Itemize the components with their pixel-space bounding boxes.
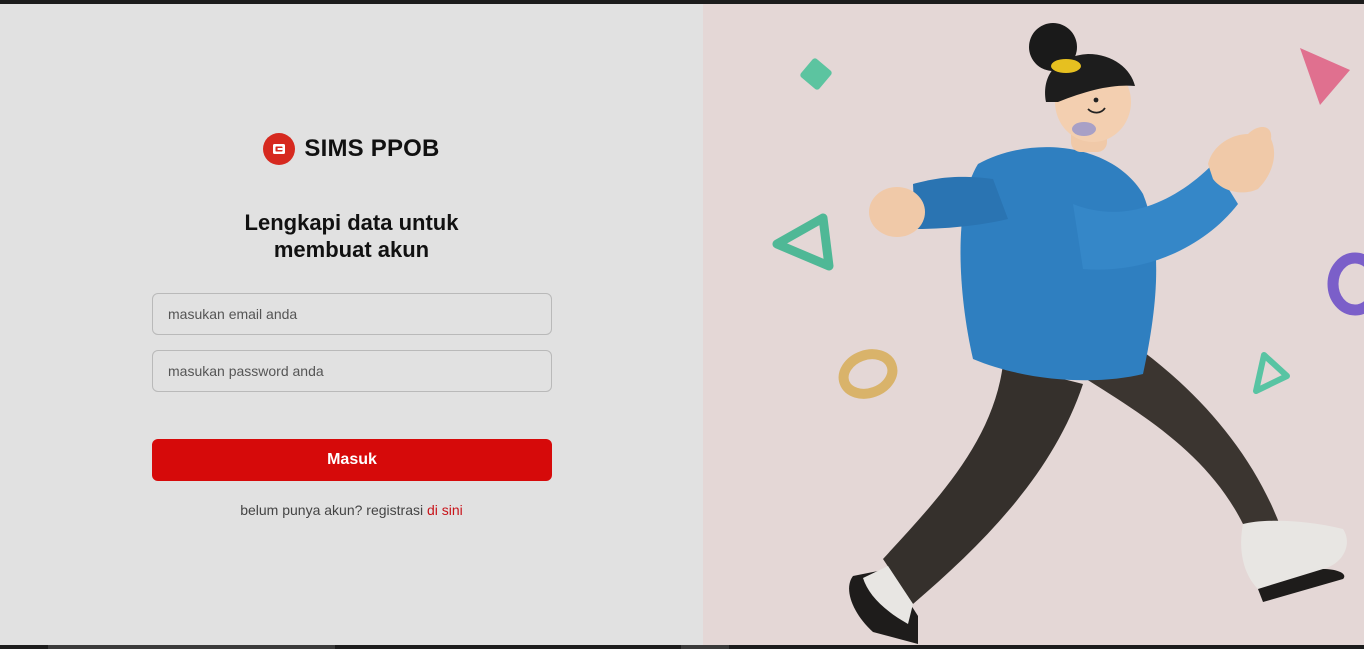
taskbar-strip <box>0 645 1364 649</box>
purple-ring-shape <box>1327 252 1364 316</box>
illustration-panel <box>703 4 1364 645</box>
login-panel: SIMS PPOB Lengkapi data untuk membuat ak… <box>0 4 703 645</box>
page-title-line-2: membuat akun <box>273 237 430 262</box>
brand-header: SIMS PPOB <box>0 133 703 165</box>
login-button[interactable]: Masuk <box>152 439 552 481</box>
brand-name: SIMS PPOB <box>304 135 440 162</box>
green-diamond-shape <box>800 58 832 90</box>
taskbar-segment <box>681 645 729 649</box>
login-page: SIMS PPOB Lengkapi data untuk membuat ak… <box>0 4 1364 645</box>
email-field[interactable] <box>152 293 552 335</box>
person-figure <box>849 23 1347 644</box>
register-prompt-text: belum punya akun? registrasi <box>240 502 427 518</box>
taskbar-segment <box>48 645 335 649</box>
page-title-line-1: Lengkapi data untuk <box>244 210 459 235</box>
register-prompt: belum punya akun? registrasi di sini <box>0 502 703 518</box>
small-green-triangle-shape <box>1253 352 1290 394</box>
password-field[interactable] <box>152 350 552 392</box>
walking-person-illustration <box>772 23 1364 644</box>
register-link[interactable]: di sini <box>427 502 463 518</box>
pink-triangle-shape <box>1300 48 1350 105</box>
wallet-logo-icon <box>263 133 296 165</box>
green-triangle-outline-shape <box>772 213 834 271</box>
page-title: Lengkapi data untuk membuat akun <box>0 209 703 263</box>
yellow-ring-shape <box>838 349 898 399</box>
